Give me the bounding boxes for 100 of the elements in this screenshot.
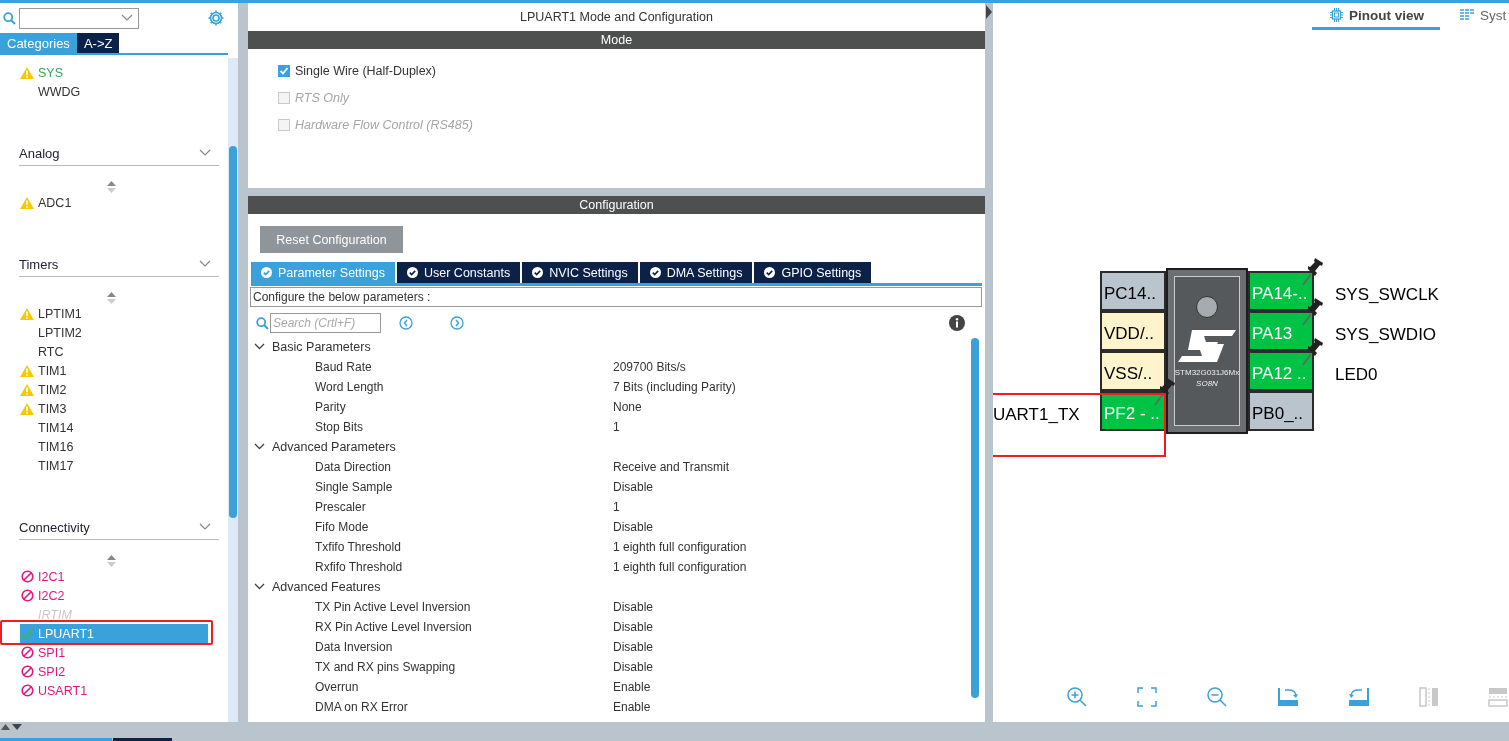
view-tab[interactable]: Syst — [1446, 3, 1507, 30]
peripheral-item[interactable]: TIM3 — [20, 399, 208, 418]
view-tab[interactable]: A->Z — [76, 33, 120, 53]
rotate-left-icon[interactable] — [1348, 687, 1370, 707]
zoom-out-icon[interactable] — [1206, 686, 1228, 708]
parameter-name: TX Pin Active Level Inversion — [315, 600, 472, 614]
checkbox-label: RTS Only — [295, 90, 349, 105]
search-combo[interactable] — [19, 7, 139, 29]
search-field[interactable]: Search (Crtl+F) — [270, 313, 381, 333]
parameter-value[interactable]: Enable — [613, 680, 985, 694]
search-icon — [3, 11, 16, 25]
parameter-name: DMA on RX Error — [315, 700, 409, 714]
parameter-value[interactable]: 1 eighth full configuration — [613, 560, 985, 574]
group-label[interactable]: Advanced Features — [272, 580, 381, 594]
package-name: SO8N — [1196, 379, 1218, 388]
checkbox[interactable] — [278, 64, 290, 77]
logo-icon — [1178, 330, 1236, 362]
peripheral-item[interactable]: TIM2 — [20, 380, 208, 399]
parameter-value[interactable]: 7 Bits (including Parity) — [613, 380, 985, 394]
info-icon[interactable] — [949, 315, 965, 331]
peripheral-item[interactable]: TIM17 — [20, 456, 208, 475]
pin[interactable]: PB0_.. — [1248, 391, 1314, 431]
parameter-value[interactable]: Disable — [613, 640, 985, 654]
parameter-value[interactable]: None — [613, 400, 985, 414]
check-circle-icon — [261, 267, 272, 278]
parameter-name: Overrun — [315, 680, 360, 694]
parameter-value[interactable]: Disable — [613, 620, 985, 634]
peripheral-item[interactable]: WWDG — [20, 82, 208, 101]
category-header[interactable]: Analog — [19, 145, 60, 161]
parameter-name: Word Length — [315, 380, 385, 394]
signal-label: SYS_SWCLK — [1334, 284, 1440, 306]
parameter-value[interactable]: 1 — [613, 500, 985, 514]
parameter-name: Data Direction — [315, 460, 393, 474]
signal-label: UART1_TX — [993, 404, 1081, 426]
scrollbar-thumb[interactable] — [971, 338, 979, 698]
parameter-value[interactable]: Disable — [613, 480, 985, 494]
vertical-split-icon[interactable] — [1419, 687, 1439, 707]
peripheral-item[interactable]: USART1 — [20, 681, 208, 700]
parameter-value[interactable]: Disable — [613, 600, 985, 614]
peripheral-item[interactable]: TIM1 — [20, 361, 208, 380]
config-tab[interactable]: DMA Settings — [639, 262, 753, 283]
pin[interactable]: VDD/.. — [1100, 311, 1166, 351]
sort-icon[interactable] — [107, 181, 116, 193]
peripheral-item[interactable]: I2C2 — [20, 586, 208, 605]
peripheral-item[interactable]: RTC — [20, 342, 208, 361]
peripheral-item[interactable]: TIM14 — [20, 418, 208, 437]
parameter-name: Baud Rate — [315, 360, 373, 374]
parameter-name: Single Sample — [315, 480, 394, 494]
next-icon[interactable] — [450, 316, 464, 330]
parameter-value[interactable]: Enable — [613, 700, 985, 714]
parameter-value[interactable]: Receive and Transmit — [613, 460, 985, 474]
previous-icon[interactable] — [399, 316, 413, 330]
checkbox-label: Hardware Flow Control (RS485) — [295, 117, 473, 132]
parameter-name: Parity — [315, 400, 347, 414]
peripheral-item[interactable]: SPI2 — [20, 662, 208, 681]
chip-icon — [1330, 8, 1343, 22]
category-header[interactable]: Timers — [19, 256, 59, 272]
zoom-in-icon[interactable] — [1066, 686, 1088, 708]
signal-label: SYS_SWDIO — [1334, 324, 1438, 346]
parameter-value[interactable]: 1 eighth full configuration — [613, 540, 985, 554]
peripheral-item[interactable]: LPTIM2 — [20, 323, 208, 342]
peripheral-item[interactable]: I2C1 — [20, 567, 208, 586]
fit-to-screen-icon[interactable] — [1137, 687, 1157, 707]
horizontal-split-icon[interactable] — [1488, 687, 1508, 707]
scrollbar-thumb[interactable] — [229, 146, 237, 518]
group-label[interactable]: Advanced Parameters — [272, 440, 396, 454]
view-tab[interactable]: Pinout view — [1312, 3, 1440, 30]
check-circle-icon — [532, 267, 544, 278]
group-label[interactable]: Basic Parameters — [272, 340, 371, 354]
search-icon — [256, 316, 269, 330]
sort-icon[interactable] — [107, 555, 116, 567]
parameter-value[interactable]: 1 — [613, 420, 985, 434]
description-text: Configure the below parameters : — [250, 287, 982, 307]
settings-icon[interactable] — [207, 9, 225, 27]
config-tab[interactable]: NVIC Settings — [522, 262, 638, 283]
checkbox-label: Single Wire (Half-Duplex) — [295, 63, 436, 78]
check-circle-icon — [649, 267, 661, 278]
peripheral-item[interactable]: SPI1 — [20, 643, 208, 662]
parameter-value[interactable]: 209700 Bits/s — [613, 360, 985, 374]
parameter-name: Stop Bits — [315, 420, 365, 434]
peripheral-item[interactable]: TIM16 — [20, 437, 208, 456]
parameter-name: TX and RX pins Swapping — [315, 660, 457, 674]
sort-icon[interactable] — [107, 292, 116, 304]
pin[interactable]: PC14.. — [1100, 271, 1166, 311]
dropdown-icon — [121, 14, 133, 22]
config-tab[interactable]: GPIO Settings — [754, 262, 872, 283]
parameter-value[interactable]: Disable — [613, 660, 985, 674]
rotate-right-icon[interactable] — [1277, 687, 1299, 707]
peripheral-item[interactable]: LPTIM1 — [20, 304, 208, 323]
config-tab[interactable]: User Constants — [397, 262, 521, 283]
category-header[interactable]: Connectivity — [19, 519, 90, 535]
parameter-value[interactable]: Disable — [613, 520, 985, 534]
parameter-name: RX Pin Active Level Inversion — [315, 620, 473, 634]
resize-arrows-icon[interactable] — [1, 723, 25, 731]
parameter-name: Prescaler — [315, 500, 367, 514]
panel-title: LPUART1 Mode and Configuration — [248, 3, 985, 31]
peripheral-item[interactable]: ADC1 — [20, 193, 208, 212]
parameter-name: Txfifo Threshold — [315, 540, 402, 554]
pin[interactable]: VSS/.. — [1100, 351, 1166, 391]
grid-icon — [1460, 9, 1474, 21]
